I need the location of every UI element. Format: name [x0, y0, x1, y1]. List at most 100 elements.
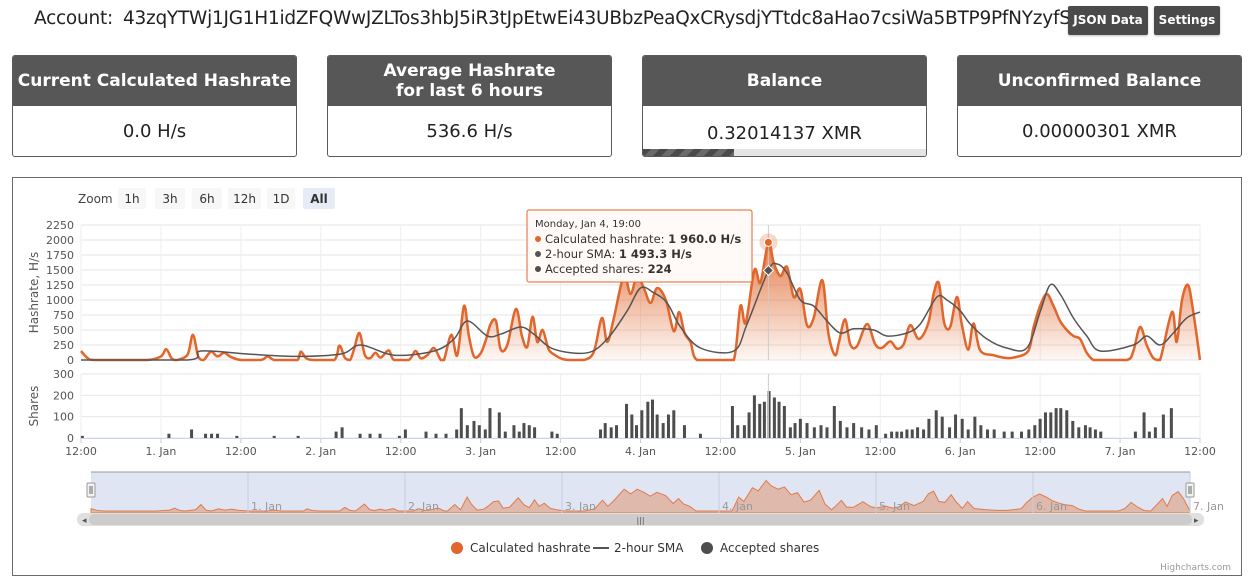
- shares-bar: [1083, 425, 1087, 438]
- shares-bar: [900, 431, 904, 438]
- handle-body: [86, 482, 96, 498]
- shares-bar: [934, 410, 938, 438]
- tooltip-row-value: 224: [648, 262, 672, 276]
- header: Account: 43zqYTWj1JG1H1idZFQWwJZLTos3hbJ5…: [0, 0, 1250, 44]
- shares-bar: [986, 429, 990, 438]
- shares-bar: [1002, 431, 1006, 438]
- average-hashrate-card: Average Hashrate for last 6 hours 536.6 …: [327, 55, 612, 157]
- account-label: Account:: [34, 8, 113, 29]
- y1-tick-label: 750: [53, 309, 74, 322]
- shares-bar: [334, 431, 338, 438]
- zoom-button-3h[interactable]: 3h: [155, 188, 185, 209]
- legend-label: Accepted shares: [720, 541, 819, 555]
- x-tick-label: 1. Jan: [145, 445, 176, 458]
- shares-bar: [368, 433, 372, 438]
- zoom-button-1d[interactable]: 1D: [267, 188, 295, 209]
- shares-bar: [1088, 427, 1092, 438]
- shares-bar: [1054, 408, 1058, 438]
- shares-bar: [867, 429, 871, 438]
- card-title: Average Hashrate for last 6 hours: [328, 56, 611, 106]
- shares-bar: [927, 418, 931, 438]
- shares-bar: [1099, 431, 1103, 438]
- tooltip-row: 2-hour SMA: 1 493.3 H/s: [545, 247, 692, 261]
- tooltip-row-value: 1 493.3 H/s: [619, 247, 692, 261]
- balance-progress-fill: [643, 149, 734, 156]
- zoom-button-label: 1D: [273, 192, 290, 206]
- shares-bar: [599, 429, 603, 438]
- shares-bar: [772, 397, 776, 438]
- shares-bar: [954, 414, 958, 438]
- shares-bar: [555, 433, 559, 438]
- shares-bar: [666, 414, 670, 438]
- shares-bar: [625, 403, 629, 438]
- shares-bar: [672, 410, 676, 438]
- zoom-button-12h[interactable]: 12h: [228, 188, 261, 209]
- card-title: Unconfirmed Balance: [958, 56, 1241, 106]
- tooltip-series-dot: [535, 251, 541, 257]
- zoom-button-all[interactable]: All: [303, 188, 335, 209]
- shares-bar: [296, 435, 300, 438]
- shares-bar: [167, 433, 171, 438]
- hashrate-chart-container: Zoom 1h 3h 6h 12h 1D All 0 250 500 750 1000 1250 1500…: [12, 177, 1242, 576]
- shares-bar: [1065, 410, 1069, 438]
- navigator-tick-label: 2. Jan: [408, 500, 439, 513]
- tooltip-row-label: 2-hour SMA:: [545, 247, 619, 261]
- shares-bar: [403, 429, 407, 438]
- card-title: Balance: [643, 56, 926, 106]
- navigator-scrollbar[interactable]: ◂ ▸ |||: [77, 513, 1204, 526]
- shares-bar: [838, 420, 842, 438]
- legend-item-accepted-shares[interactable]: Accepted shares: [701, 541, 819, 555]
- shares-bar: [640, 410, 644, 438]
- shares-bar: [979, 425, 983, 438]
- x-tick-label: 12:00: [545, 445, 577, 458]
- shares-bar: [527, 425, 531, 438]
- shares-bar: [216, 433, 220, 438]
- tooltip-row: Calculated hashrate: 1 960.0 H/s: [545, 232, 741, 246]
- shares-bar: [742, 425, 746, 438]
- x-tick-label: 12:00: [864, 445, 896, 458]
- legend-item-2-hour-sma[interactable]: 2-hour SMA: [593, 541, 684, 555]
- navigator[interactable]: 1. Jan 2. Jan 3. Jan 4. Jan 5. Jan 6. Jan 7. J…: [86, 471, 1224, 514]
- shares-bar: [730, 406, 734, 438]
- shares-bar: [630, 414, 634, 438]
- x-tick-label: 12:00: [1184, 445, 1216, 458]
- tooltip-date: Monday, Jan 4, 19:00: [535, 219, 641, 230]
- zoom-button-1h[interactable]: 1h: [118, 188, 146, 209]
- legend-symbol: [451, 542, 463, 554]
- legend-item-calculated-hashrate[interactable]: Calculated hashrate: [451, 541, 591, 555]
- shares-bar: [960, 418, 964, 438]
- shares-bar: [646, 401, 650, 438]
- scrollbar-left-arrow[interactable]: ◂: [82, 516, 87, 526]
- legend-label: 2-hour SMA: [614, 541, 684, 555]
- account-id: 43zqYTWj1JG1H1idZFQWwJZLTos3hbJ5iR3tJpEt…: [122, 8, 1140, 29]
- shares-bar: [459, 408, 463, 438]
- shares-bar: [635, 425, 639, 438]
- credits-link[interactable]: Highcharts.com: [1160, 563, 1231, 573]
- shares-bar: [650, 399, 654, 438]
- zoom-button-6h[interactable]: 6h: [192, 188, 222, 209]
- scrollbar-right-arrow[interactable]: ▸: [1194, 516, 1199, 526]
- shares-bar: [948, 427, 952, 438]
- shares-bar: [1019, 431, 1023, 438]
- shares-bar: [793, 423, 797, 438]
- card-value: 536.6 H/s: [426, 120, 513, 142]
- shares-bar: [895, 431, 899, 438]
- shares-bar: [752, 395, 756, 438]
- navigator-right-handle[interactable]: [1185, 482, 1195, 498]
- hashrate-hover-marker: [763, 237, 773, 247]
- shares-bar: [788, 427, 792, 438]
- y2-tick-label: 300: [53, 368, 74, 381]
- card-title-line2: for last 6 hours: [396, 81, 543, 101]
- shares-bar: [512, 425, 516, 438]
- settings-button[interactable]: Settings: [1154, 6, 1220, 35]
- shares-bar: [550, 431, 554, 438]
- json-data-button[interactable]: JSON Data: [1068, 6, 1148, 35]
- navigator-left-handle[interactable]: [86, 482, 96, 498]
- shares-bar: [940, 416, 944, 438]
- y1-tick-label: 500: [53, 324, 74, 337]
- shares-bar: [698, 433, 702, 438]
- shares-bar: [80, 435, 84, 438]
- shares-bar: [661, 423, 665, 438]
- shares-bar: [444, 433, 448, 438]
- shares-bar: [852, 423, 856, 438]
